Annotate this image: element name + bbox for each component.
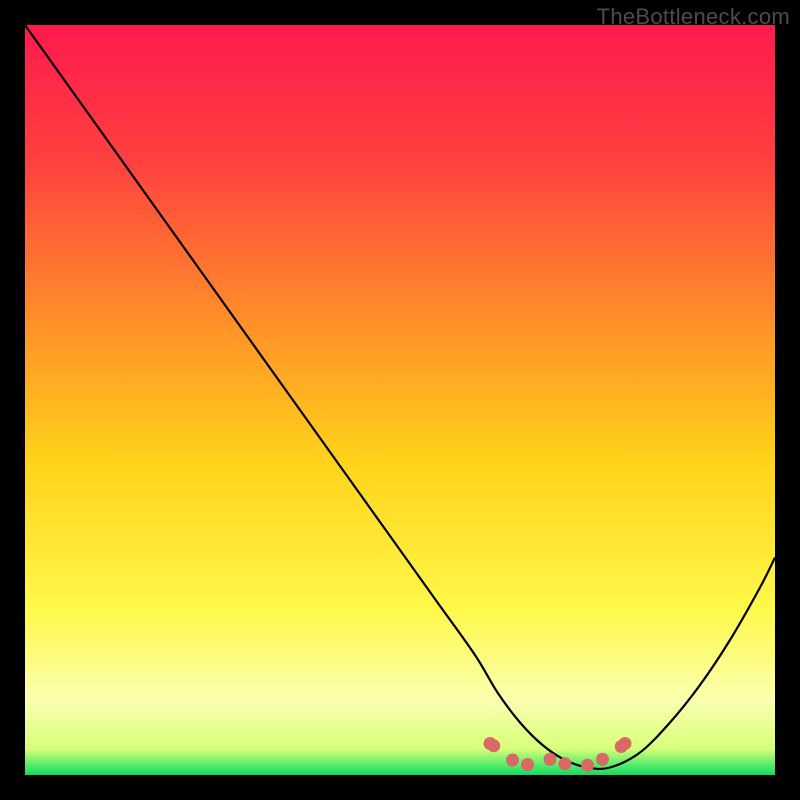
trough-marker — [619, 737, 632, 750]
trough-marker — [559, 757, 572, 770]
chart-container: TheBottleneck.com — [0, 0, 800, 800]
trough-marker — [581, 759, 594, 772]
trough-marker — [544, 753, 557, 766]
gradient-background — [25, 25, 775, 775]
watermark-label: TheBottleneck.com — [597, 4, 790, 30]
trough-marker — [521, 758, 534, 771]
trough-marker — [487, 739, 500, 752]
plot-area — [25, 25, 775, 775]
trough-marker — [596, 753, 609, 766]
trough-marker — [506, 754, 519, 767]
plot-svg — [25, 25, 775, 775]
